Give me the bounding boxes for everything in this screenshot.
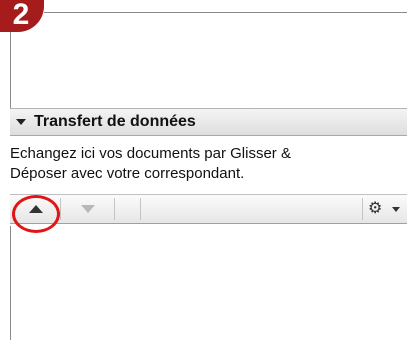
toolbar-separator: [140, 198, 141, 220]
settings-menu-button[interactable]: ⚙: [368, 195, 406, 223]
panel-title: Transfert de données: [34, 113, 196, 130]
toolbar-separator: [362, 198, 363, 220]
step-number-badge: 2: [0, 0, 44, 32]
description-line-1: Echangez ici vos documents par Glisser &: [10, 145, 291, 162]
description-line-2: Déposer avec votre correspondant.: [10, 165, 245, 182]
chevron-down-icon: [392, 207, 400, 212]
toolbar-separator: [60, 198, 61, 220]
frame-top-border: [44, 12, 407, 13]
arrow-down-icon: [81, 205, 95, 213]
gear-icon: ⚙: [368, 200, 383, 217]
download-button[interactable]: [68, 195, 108, 223]
arrow-up-icon: [29, 205, 43, 213]
upload-button[interactable]: [16, 195, 56, 223]
panel-header[interactable]: Transfert de données: [10, 108, 407, 136]
step-number: 2: [12, 0, 30, 31]
transfer-toolbar: ⚙: [10, 194, 407, 224]
data-transfer-panel: Transfert de données Echangez ici vos do…: [10, 108, 407, 226]
panel-description: Echangez ici vos documents par Glisser &…: [10, 144, 405, 184]
collapse-arrow-icon[interactable]: [16, 119, 26, 125]
toolbar-separator: [114, 198, 115, 220]
